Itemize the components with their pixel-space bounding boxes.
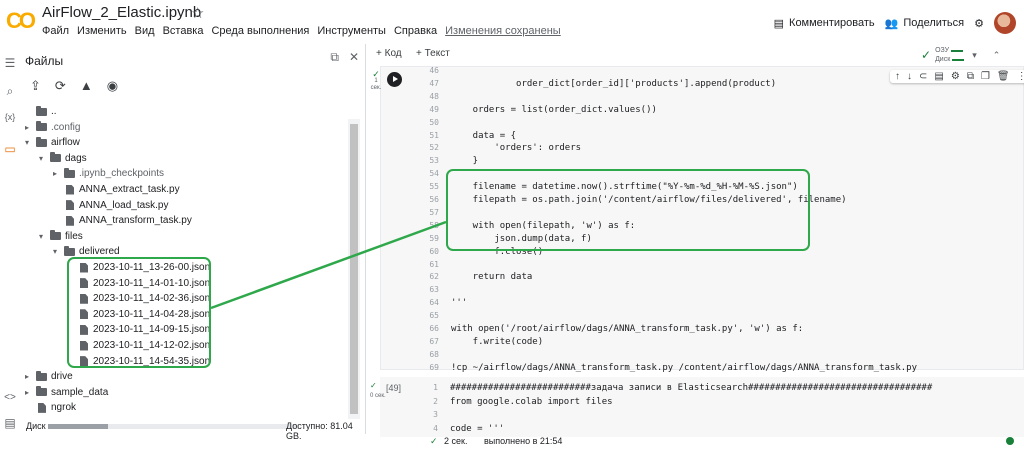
connector-line — [210, 220, 447, 310]
annotation-overlay — [210, 220, 447, 310]
